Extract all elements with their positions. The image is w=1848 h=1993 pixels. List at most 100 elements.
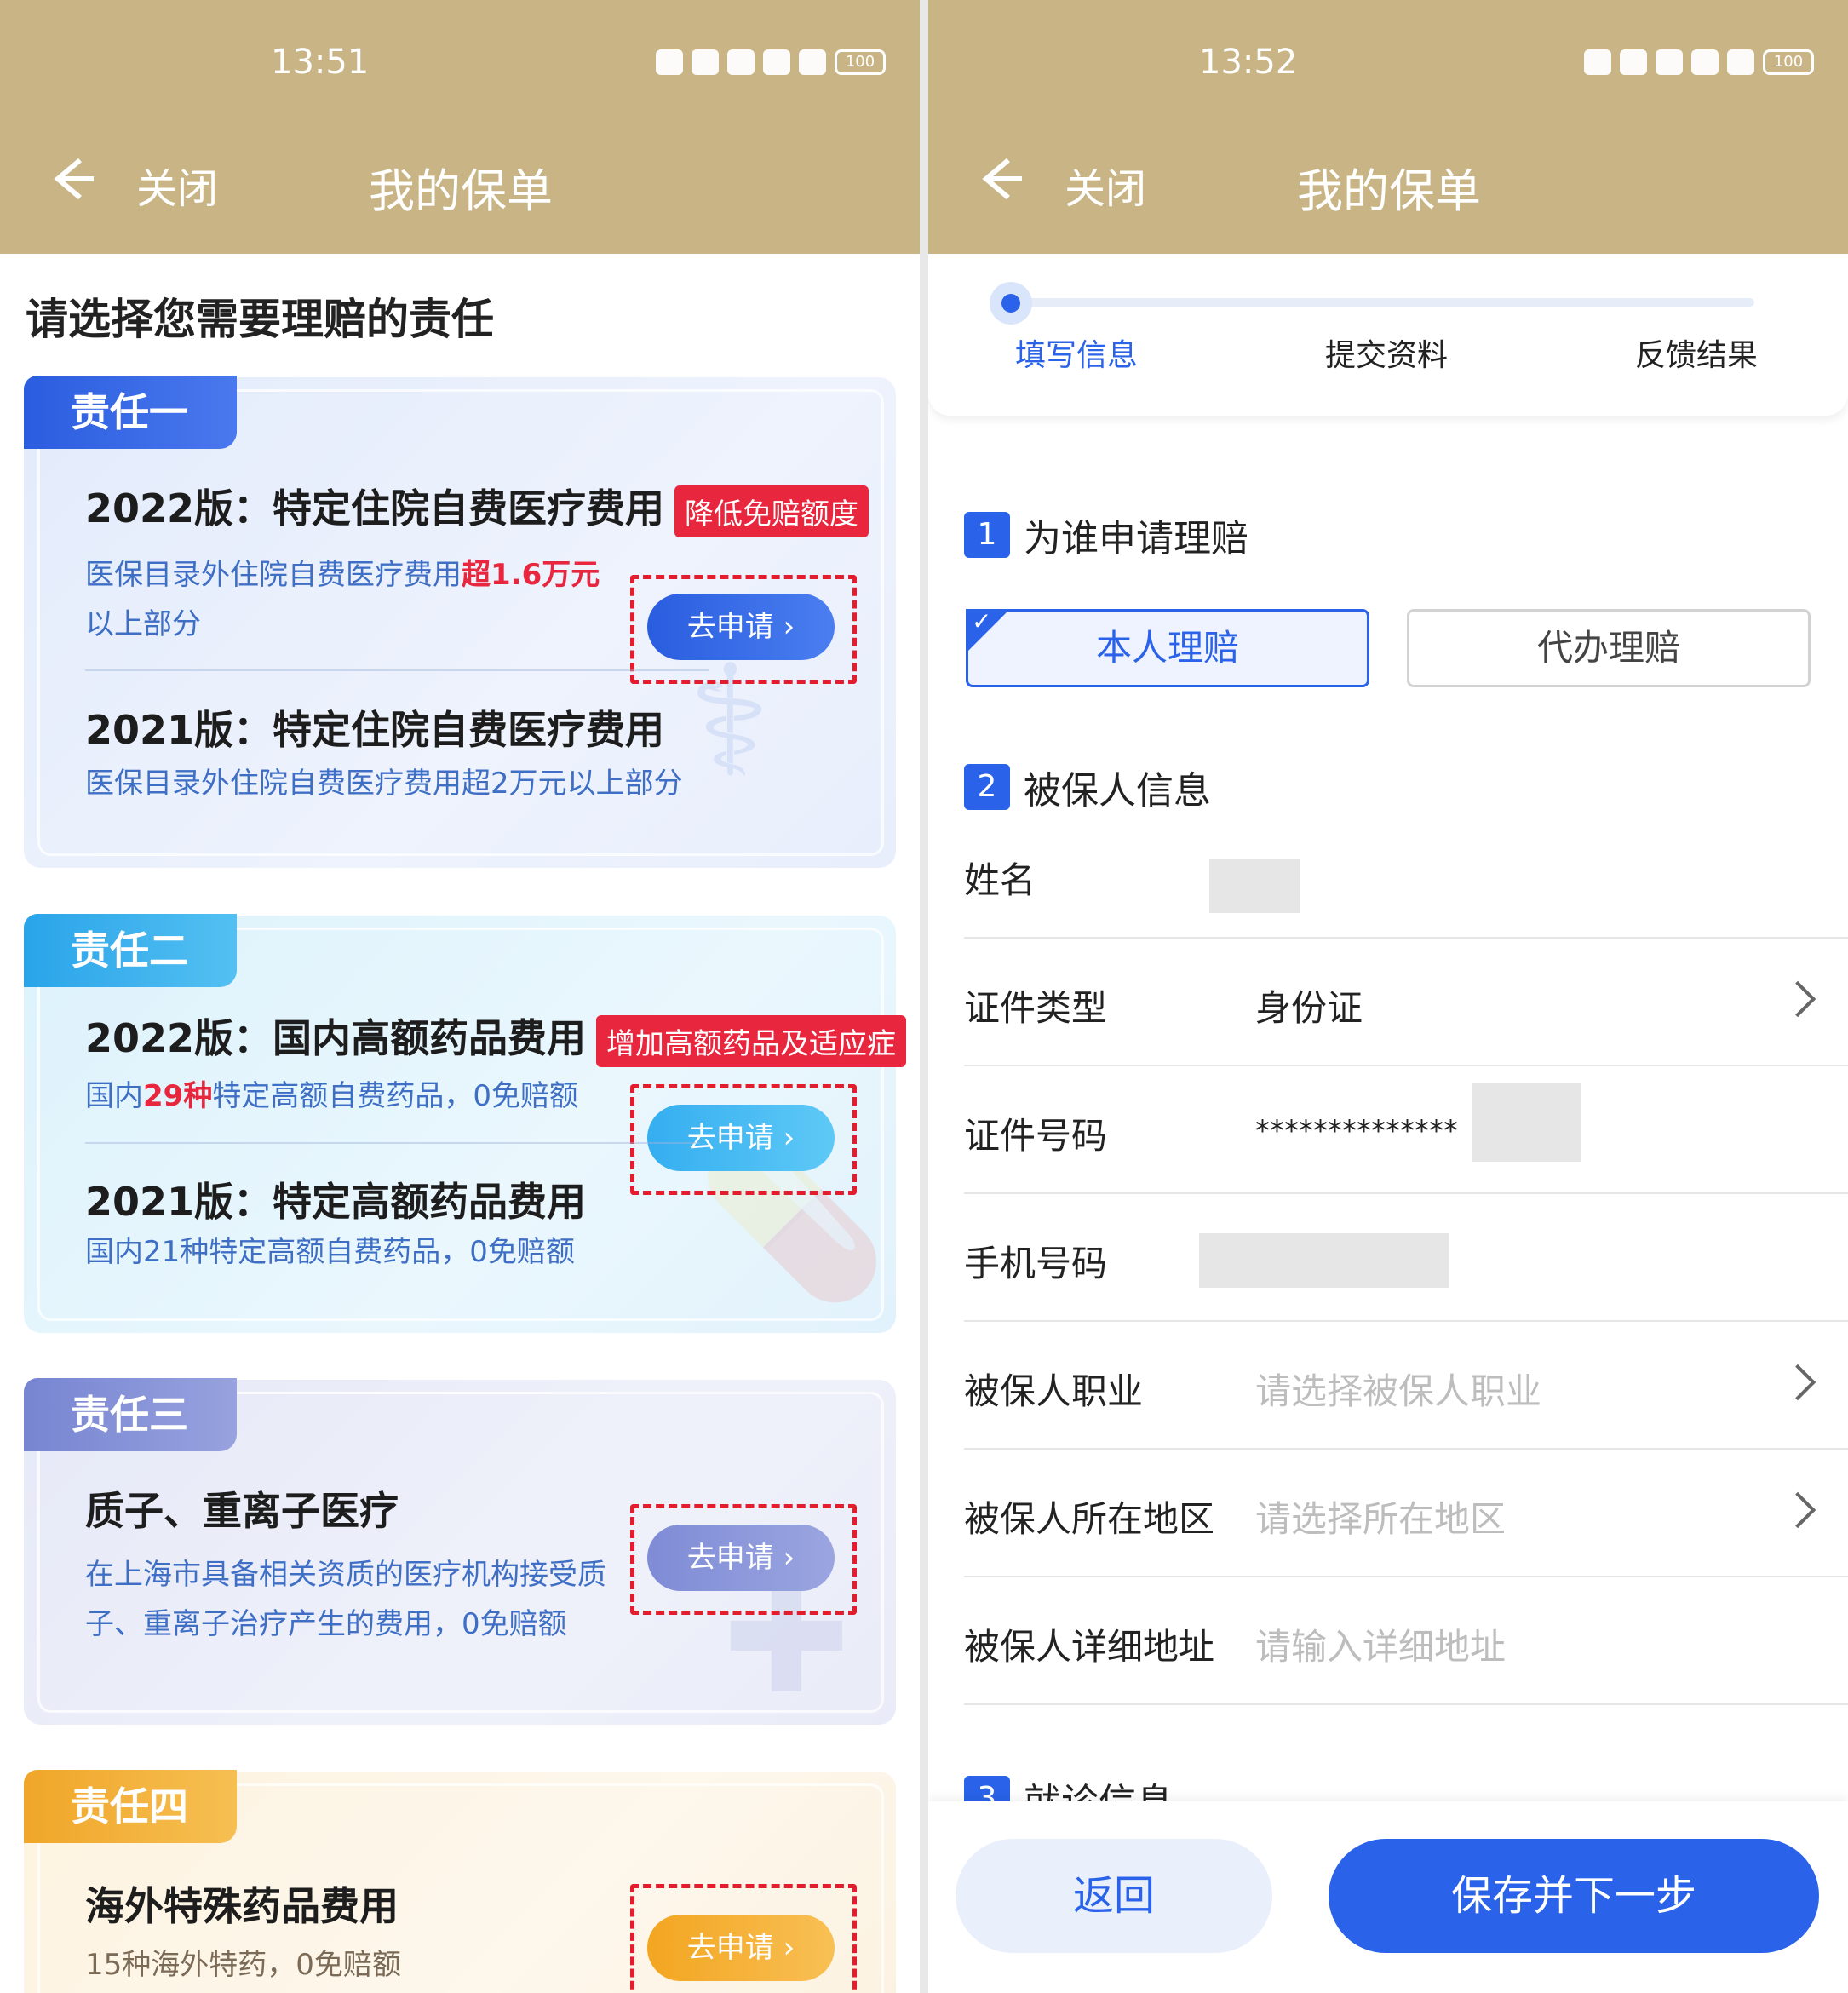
close-button[interactable]: 关闭	[136, 155, 218, 215]
right-screen: 13:52 100 关闭 我的保单 填写信息 提交资料 反馈结果 1 为谁申请理赔…	[928, 0, 1848, 1993]
alarm-icon	[1584, 49, 1611, 75]
close-button[interactable]: 关闭	[1065, 155, 1146, 215]
occupation-row[interactable]: 被保人职业 请选择被保人职业	[964, 1322, 1848, 1450]
field-label: 姓名	[964, 859, 1036, 901]
desc-text: 特定高额自费药品，0免赔额	[212, 1079, 578, 1113]
back-button[interactable]: 返回	[956, 1839, 1272, 1953]
step-submit-docs: 提交资料	[1325, 338, 1449, 373]
divider	[85, 669, 709, 671]
duty-card-4: 责任四 海外特殊药品费用 15种海外特药，0免赔额 去申请 ›	[24, 1770, 896, 1993]
item-desc: 国内21种特定高额自费药品，0免赔额	[85, 1235, 575, 1269]
id-number-masked	[1472, 1083, 1581, 1162]
wifi-icon	[727, 49, 755, 75]
upgrade-badge: 降低免赔额度	[674, 485, 869, 537]
upgrade-badge: 增加高额药品及适应症	[596, 1015, 907, 1067]
duty-card-1: ⚕ 责任一 2022版：特定住院自费医疗费用 降低免赔额度 医保目录外住院自费医疗…	[24, 376, 896, 868]
option-label: 本人理赔	[1095, 627, 1239, 669]
item-title: 2022版：国内高额药品费用 增加高额药品及适应症	[85, 1008, 907, 1067]
signal-icon	[1691, 49, 1719, 75]
check-icon: ✓	[972, 607, 992, 635]
field-label: 被保人职业	[964, 1370, 1144, 1412]
section-insured-header: 2 被保人信息	[964, 760, 1211, 814]
id-number-row[interactable]: 证件号码 **************	[964, 1066, 1848, 1194]
id-number-value: **************	[1255, 1114, 1458, 1148]
page-title: 我的保单	[369, 164, 553, 218]
section-number: 2	[964, 764, 1010, 810]
phone-row[interactable]: 手机号码	[964, 1194, 1848, 1322]
field-label: 证件类型	[964, 987, 1108, 1029]
item-title: 2021版：特定住院自费医疗费用	[85, 707, 665, 753]
field-label: 证件号码	[964, 1115, 1108, 1157]
status-icons: 100	[1584, 49, 1814, 75]
desc-highlight: 29种	[143, 1079, 213, 1113]
item-title: 海外特殊药品费用	[85, 1883, 399, 1929]
item-title: 质子、重离子医疗	[85, 1488, 399, 1534]
proxy-claim-option[interactable]: 代办理赔	[1407, 609, 1811, 687]
step-feedback: 反馈结果	[1635, 338, 1759, 373]
item-desc: 15种海外特药，0免赔额	[85, 1948, 401, 1982]
region-placeholder: 请选择所在地区	[1255, 1498, 1507, 1540]
chevron-right-icon	[1779, 980, 1816, 1018]
duty-card-3: ✚ 责任三 质子、重离子医疗 在上海市具备相关资质的医疗机构接受质子、重离子治疗…	[24, 1378, 896, 1728]
status-icons: 100	[656, 49, 886, 75]
page-title: 我的保单	[1297, 164, 1481, 218]
highlight-box	[630, 1884, 857, 1993]
item-title: 2021版：特定高额药品费用	[85, 1179, 587, 1225]
section-claimant-header: 1 为谁申请理赔	[964, 508, 1248, 562]
address-row[interactable]: 被保人详细地址 请输入详细地址	[964, 1577, 1848, 1705]
duty-tag: 责任四	[24, 1770, 237, 1843]
status-time: 13:51	[271, 43, 370, 82]
step-track	[1013, 298, 1754, 307]
address-input[interactable]: 请输入详细地址	[1255, 1618, 1506, 1670]
name-row[interactable]: 姓名	[964, 811, 1848, 939]
id-type-value: 身份证	[1255, 987, 1363, 1029]
desc-highlight: 超1.6万元	[462, 558, 600, 592]
item-desc: 国内29种特定高额自费药品，0免赔额	[85, 1071, 578, 1121]
save-next-button[interactable]: 保存并下一步	[1329, 1839, 1819, 1953]
highlight-box	[630, 575, 857, 684]
screen-divider	[920, 0, 928, 1993]
item-desc: 医保目录外住院自费医疗费用超1.6万元以上部分	[85, 550, 630, 649]
divider	[85, 1142, 700, 1144]
header-bar: 13:52 100 关闭 我的保单	[928, 0, 1848, 254]
left-screen: 13:51 100 关闭 我的保单 请选择您需要理赔的责任 ⚕ 责任一 2022…	[0, 0, 920, 1993]
duty-tag: 责任一	[24, 376, 237, 449]
field-label: 被保人详细地址	[964, 1626, 1215, 1668]
name-value-masked	[1209, 859, 1300, 913]
bottom-action-bar: 返回 保存并下一步	[928, 1801, 1848, 1993]
section-title: 为谁申请理赔	[1024, 517, 1248, 560]
signal-icon	[763, 49, 790, 75]
item-title: 2022版：特定住院自费医疗费用 降低免赔额度	[85, 478, 869, 537]
highlight-box	[630, 1084, 857, 1195]
alarm-icon	[656, 49, 683, 75]
wifi-icon	[1656, 49, 1683, 75]
current-step-dot	[990, 282, 1032, 325]
field-label: 被保人所在地区	[964, 1498, 1215, 1540]
item-title-text: 2022版：特定住院自费医疗费用	[85, 485, 665, 531]
section-title: 被保人信息	[1024, 769, 1211, 813]
battery-icon: 100	[835, 49, 886, 75]
id-type-row[interactable]: 证件类型 身份证	[964, 939, 1848, 1066]
region-row[interactable]: 被保人所在地区 请选择所在地区	[964, 1450, 1848, 1577]
highlight-box	[630, 1504, 857, 1615]
header-bar: 13:51 100 关闭 我的保单	[0, 0, 920, 254]
back-arrow-icon[interactable]	[974, 153, 1025, 204]
desc-text: 以上部分	[85, 607, 201, 641]
duty-tag: 责任三	[24, 1378, 237, 1451]
chevron-right-icon	[1779, 1364, 1816, 1401]
self-claim-option[interactable]: ✓ 本人理赔	[966, 609, 1369, 687]
chevron-right-icon	[1779, 1491, 1816, 1529]
desc-text: 医保目录外住院自费医疗费用	[85, 558, 462, 592]
step-fill-info: 填写信息	[1015, 338, 1139, 373]
back-arrow-icon[interactable]	[46, 153, 97, 204]
section-title: 请选择您需要理赔的责任	[26, 295, 494, 344]
phone-value-masked	[1199, 1233, 1449, 1288]
occupation-placeholder: 请选择被保人职业	[1255, 1370, 1542, 1412]
section-number: 1	[964, 512, 1010, 558]
duty-tag: 责任二	[24, 914, 237, 987]
signal-5g-icon	[799, 49, 826, 75]
status-time: 13:52	[1199, 43, 1298, 82]
vibrate-icon	[1620, 49, 1647, 75]
item-desc: 医保目录外住院自费医疗费用超2万元以上部分	[85, 767, 683, 801]
progress-stepper: 填写信息 提交资料 反馈结果	[928, 254, 1848, 416]
